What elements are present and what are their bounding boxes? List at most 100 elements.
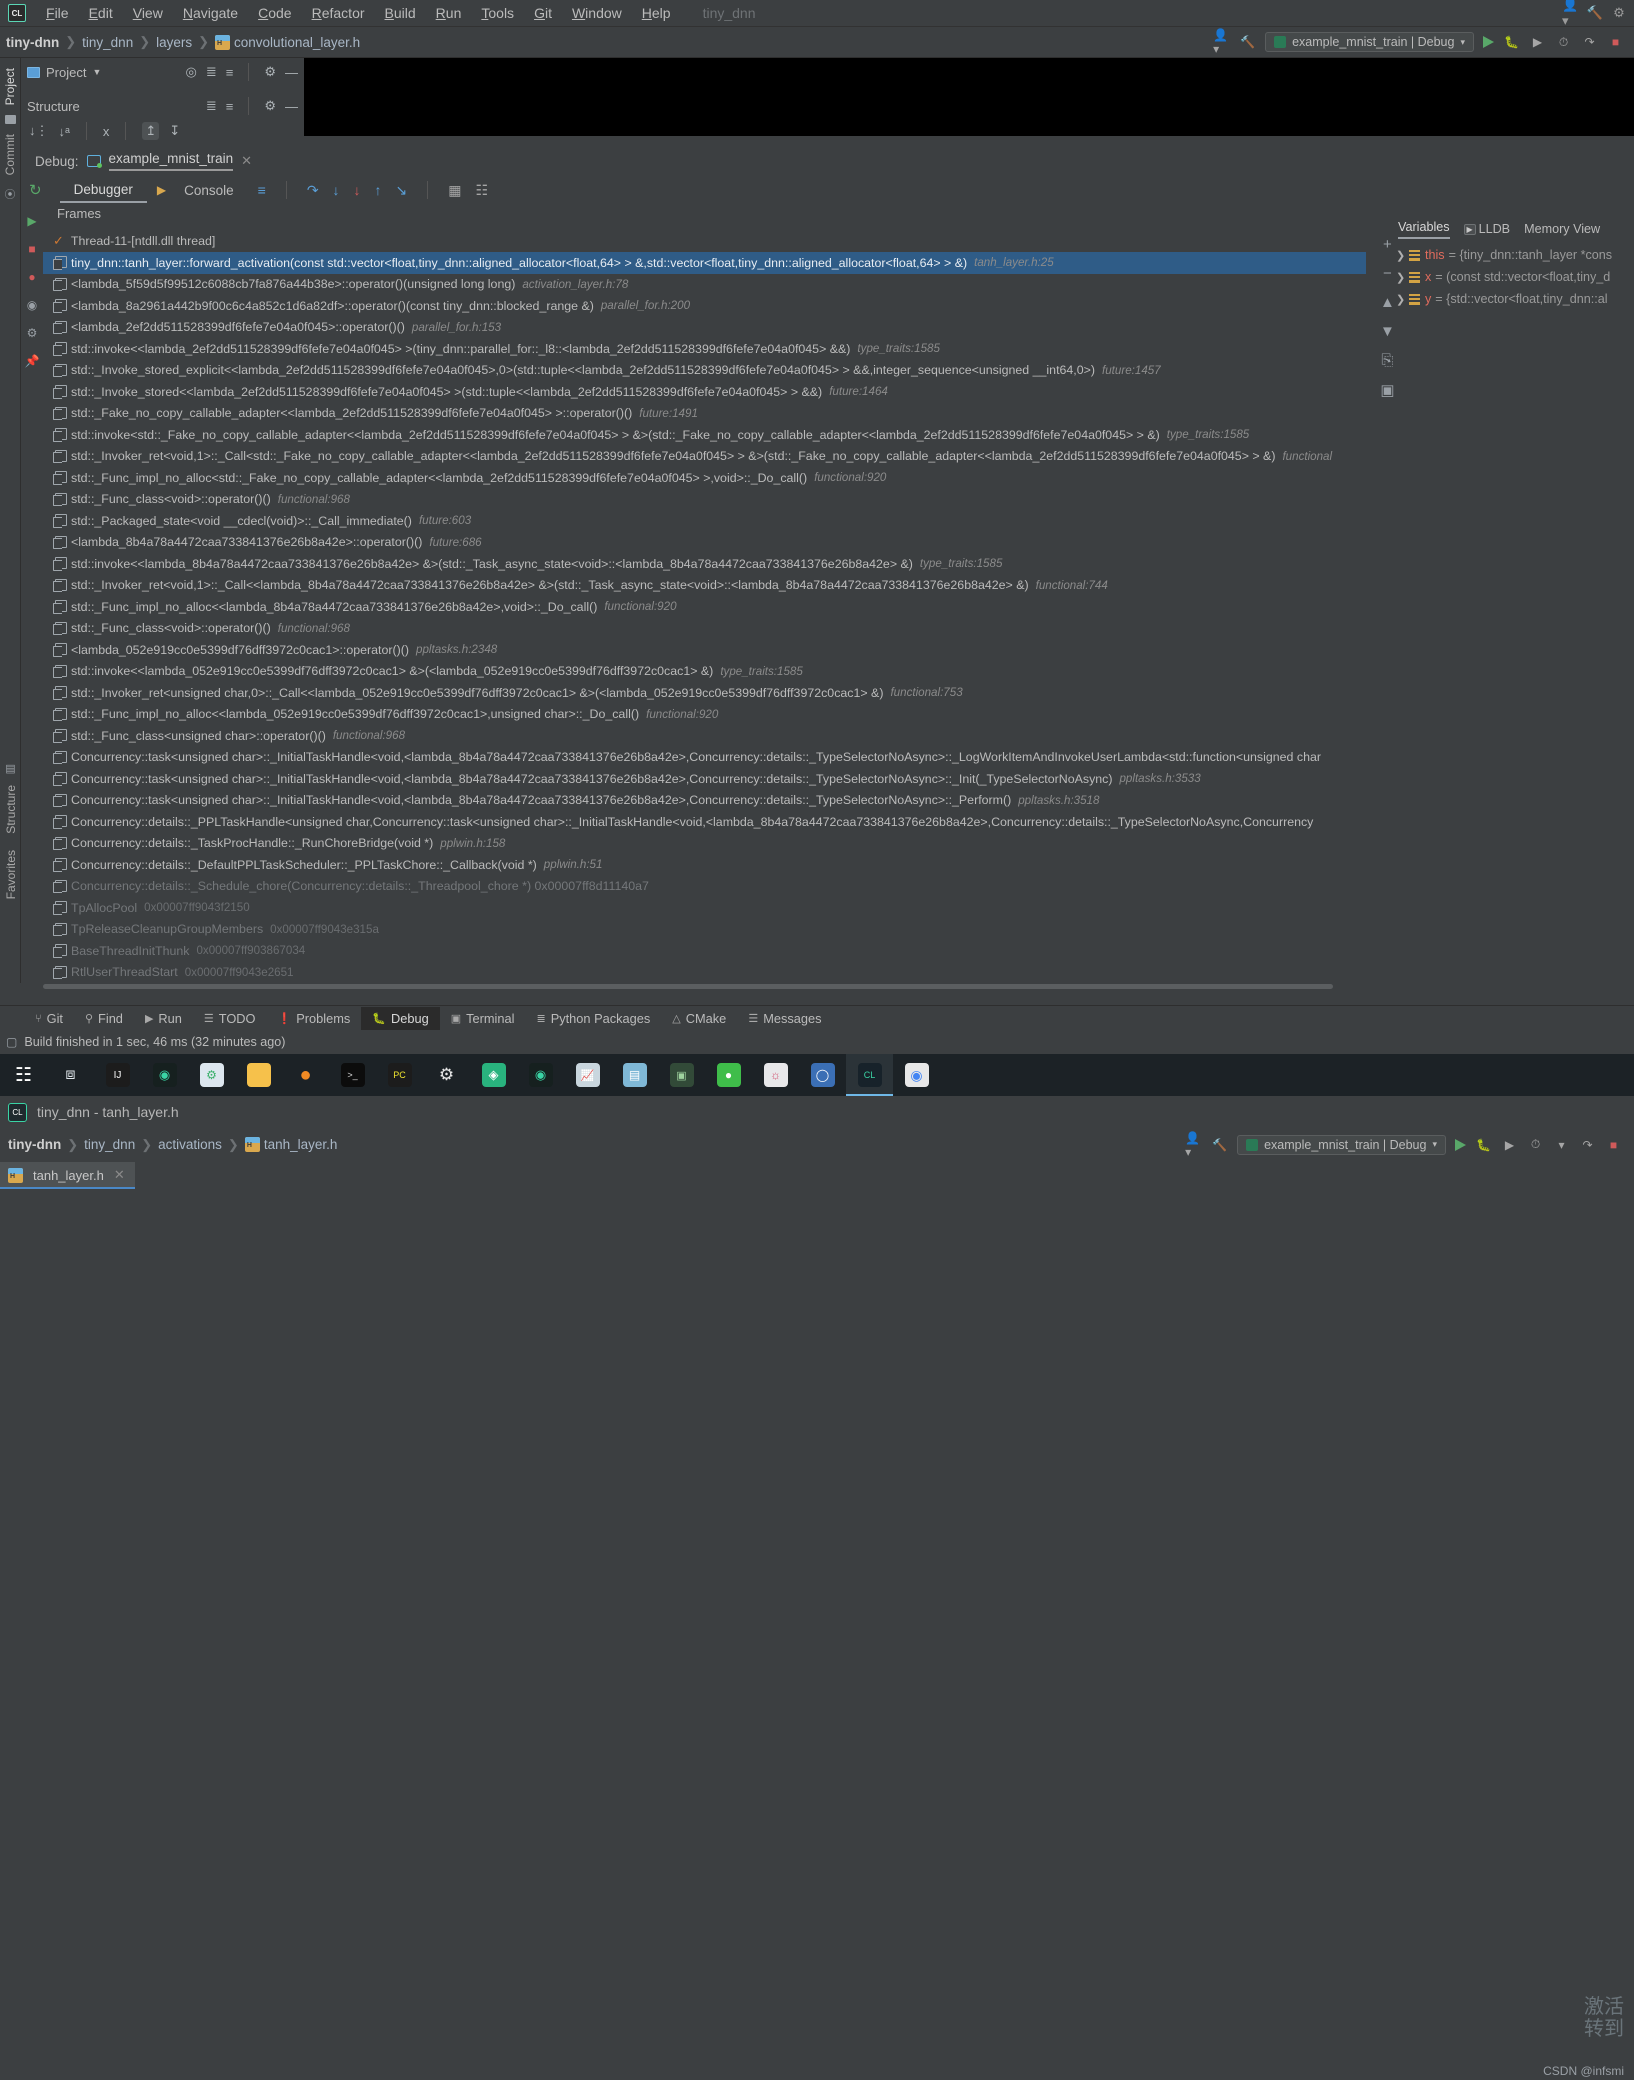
taskbar-android-studio-icon[interactable]: ⚙ — [188, 1054, 235, 1096]
sidebar-tab-favorites[interactable]: Favorites — [2, 844, 20, 905]
frame-row[interactable]: Concurrency::details::_PPLTaskHandle<uns… — [43, 811, 1366, 833]
collapse-all-icon[interactable]: ≡ — [226, 65, 234, 80]
expand-all-icon[interactable]: ≣ — [206, 98, 217, 114]
breadcrumb-file[interactable]: tanh_layer.h — [264, 1137, 338, 1152]
chevron-right-icon[interactable]: ❯ — [1396, 293, 1409, 306]
remove-watch-icon[interactable]: − — [1383, 265, 1392, 282]
frame-row[interactable]: TpAllocPool 0x00007ff9043f2150 — [43, 897, 1366, 919]
breadcrumb-2[interactable]: activations — [158, 1137, 222, 1152]
tab-variables[interactable]: Variables — [1398, 220, 1450, 239]
tool-window-python-packages[interactable]: ≣ Python Packages — [525, 1007, 661, 1030]
close-icon[interactable]: ✕ — [241, 153, 252, 169]
variable-row[interactable]: ❯ x = (const std::vector<float,tiny_d — [1396, 266, 1634, 288]
menu-item-help[interactable]: Help — [632, 2, 681, 24]
menu-item-code[interactable]: Code — [248, 2, 301, 24]
profiler-button[interactable]: ⏱ — [1527, 1136, 1544, 1153]
hide-icon[interactable]: — — [285, 99, 298, 114]
move-up-icon[interactable]: ▲ — [1380, 294, 1395, 311]
taskbar-app-icon[interactable]: ◉ — [141, 1054, 188, 1096]
taskbar-app5-icon[interactable]: ▤ — [611, 1054, 658, 1096]
stop-button[interactable]: ■ — [1605, 1136, 1622, 1153]
sidebar-tab-commit[interactable]: Commit — [1, 128, 19, 181]
frame-row[interactable]: tiny_dnn::tanh_layer::forward_activation… — [43, 252, 1366, 274]
view-breakpoints-icon[interactable]: ● — [21, 266, 43, 288]
frame-row[interactable]: Concurrency::task<unsigned char>::_Initi… — [43, 790, 1366, 812]
run-configuration-selector[interactable]: example_mnist_train | Debug ▾ — [1265, 32, 1474, 52]
gear-icon[interactable]: ⚙ — [264, 64, 276, 80]
tool-window-todo[interactable]: ☰ TODO — [193, 1007, 267, 1030]
frame-row[interactable]: <lambda_8a2961a442b9f00c6c4a852c1d6a82df… — [43, 295, 1366, 317]
tool-window-find[interactable]: ⚲ Find — [74, 1007, 134, 1030]
taskbar-chrome-icon[interactable]: ◉ — [893, 1054, 940, 1096]
settings-list-icon[interactable]: ☷ — [476, 182, 489, 199]
menu-item-build[interactable]: Build — [375, 2, 426, 24]
taskbar-start-button[interactable]: ☷ — [0, 1054, 47, 1096]
editor-tab-tanh-layer[interactable]: tanh_layer.h ✕ — [0, 1162, 135, 1189]
coverage-button[interactable]: ▶ — [1501, 1136, 1518, 1153]
variable-row[interactable]: ❯ y = {std::vector<float,tiny_dnn::al — [1396, 288, 1634, 310]
chevron-down-icon[interactable]: ▼ — [92, 67, 101, 77]
scroll-to-source-icon[interactable]: ↧ — [169, 123, 180, 139]
build-hammer-icon[interactable]: 🔨 — [1239, 34, 1256, 51]
frame-row[interactable]: Concurrency::task<unsigned char>::_Initi… — [43, 747, 1366, 769]
frame-row[interactable]: Concurrency::details::_TaskProcHandle::_… — [43, 833, 1366, 855]
locate-icon[interactable]: ◎ — [186, 64, 197, 80]
frame-row[interactable]: TpReleaseCleanupGroupMembers 0x00007ff904… — [43, 919, 1366, 941]
menu-item-edit[interactable]: Edit — [79, 2, 123, 24]
thread-row[interactable]: ✓ Thread-11-[ntdll.dll thread] — [43, 230, 1366, 252]
breadcrumb-2[interactable]: layers — [156, 35, 192, 50]
frame-row[interactable]: std::_Func_impl_no_alloc<std::_Fake_no_c… — [43, 467, 1366, 489]
frame-row[interactable]: std::_Func_impl_no_alloc<<lambda_8b4a78a… — [43, 596, 1366, 618]
sort-alphabetically-icon[interactable]: ↓ᵃ — [59, 124, 70, 139]
debug-button[interactable]: 🐛 — [1475, 1136, 1492, 1153]
taskbar-wechat-icon[interactable]: ● — [705, 1054, 752, 1096]
debug-session-tab[interactable]: example_mnist_train — [108, 151, 234, 171]
rerun-icon[interactable]: ↻ — [29, 181, 42, 199]
menu-item-git[interactable]: Git — [524, 2, 562, 24]
frame-row[interactable]: std::_Invoke_stored<<lambda_2ef2dd511528… — [43, 381, 1366, 403]
taskbar-app8-icon[interactable]: ◯ — [799, 1054, 846, 1096]
taskbar-app4-icon[interactable]: 📈 — [564, 1054, 611, 1096]
scroll-from-source-icon[interactable]: ↥ — [142, 122, 160, 140]
step-out-icon[interactable]: ↑ — [375, 182, 382, 198]
run-configuration-selector[interactable]: example_mnist_train | Debug ▾ — [1237, 1134, 1446, 1155]
coverage-button[interactable]: ▶ — [1529, 34, 1546, 51]
sort-by-visibility-icon[interactable]: ↓⋮ — [29, 123, 49, 139]
frame-row[interactable]: std::_Invoker_ret<void,1>::_Call<std::_F… — [43, 446, 1366, 468]
frame-row[interactable]: std::_Invoker_ret<void,1>::_Call<<lambda… — [43, 575, 1366, 597]
chevron-right-icon[interactable]: ❯ — [1396, 271, 1409, 284]
frame-row[interactable]: std::_Packaged_state<void __cdecl(void)>… — [43, 510, 1366, 532]
tool-window-git[interactable]: ⑂ Git — [24, 1007, 74, 1030]
menu-item-file[interactable]: File — [36, 2, 79, 24]
frame-row[interactable]: std::invoke<<lambda_2ef2dd511528399df6fe… — [43, 338, 1366, 360]
step-into-icon[interactable]: ↓ — [333, 182, 340, 198]
breadcrumb-1[interactable]: tiny_dnn — [82, 35, 133, 50]
menu-item-navigate[interactable]: Navigate — [173, 2, 248, 24]
resume-icon[interactable]: ▶ — [21, 210, 43, 232]
taskbar-firefox-icon[interactable]: ● — [282, 1054, 329, 1096]
frame-row[interactable]: Concurrency::task<unsigned char>::_Initi… — [43, 768, 1366, 790]
mute-breakpoints-icon[interactable]: ◉ — [21, 294, 43, 316]
variable-row[interactable]: ❯ this = {tiny_dnn::tanh_layer *cons — [1396, 244, 1634, 266]
menu-item-tools[interactable]: Tools — [471, 2, 524, 24]
stop-button[interactable]: ■ — [1607, 34, 1624, 51]
run-to-cursor-icon[interactable]: ↘ — [396, 182, 408, 199]
tool-window-problems[interactable]: ❗ Problems — [267, 1007, 362, 1030]
profiler-button[interactable]: ⏱ — [1555, 34, 1572, 51]
menu-item-run[interactable]: Run — [426, 2, 472, 24]
copy-icon[interactable]: ⎘ — [1381, 352, 1393, 369]
frame-row[interactable]: <lambda_8b4a78a4472caa733841376e26b8a42e… — [43, 532, 1366, 554]
frame-row[interactable]: std::invoke<<lambda_8b4a78a4472caa733841… — [43, 553, 1366, 575]
taskbar-terminal-icon[interactable]: >_ — [329, 1054, 376, 1096]
sidebar-tab-project[interactable]: Project — [1, 62, 19, 111]
tab-console[interactable]: Console — [170, 179, 248, 202]
sidebar-tab-structure[interactable]: Structure — [2, 779, 20, 840]
tab-debugger[interactable]: Debugger — [59, 178, 147, 203]
frame-row[interactable]: <lambda_052e919cc0e5399df76dff3972c0cac1… — [43, 639, 1366, 661]
taskbar-app3-icon[interactable]: ◉ — [517, 1054, 564, 1096]
chevron-right-icon[interactable]: ❯ — [1396, 249, 1409, 262]
layout-icon[interactable]: ≡ — [258, 182, 266, 198]
debug-button[interactable]: 🐛 — [1503, 34, 1520, 51]
account-icon[interactable]: 👤▾ — [1185, 1131, 1202, 1159]
taskbar-intellij-icon[interactable]: IJ — [94, 1054, 141, 1096]
